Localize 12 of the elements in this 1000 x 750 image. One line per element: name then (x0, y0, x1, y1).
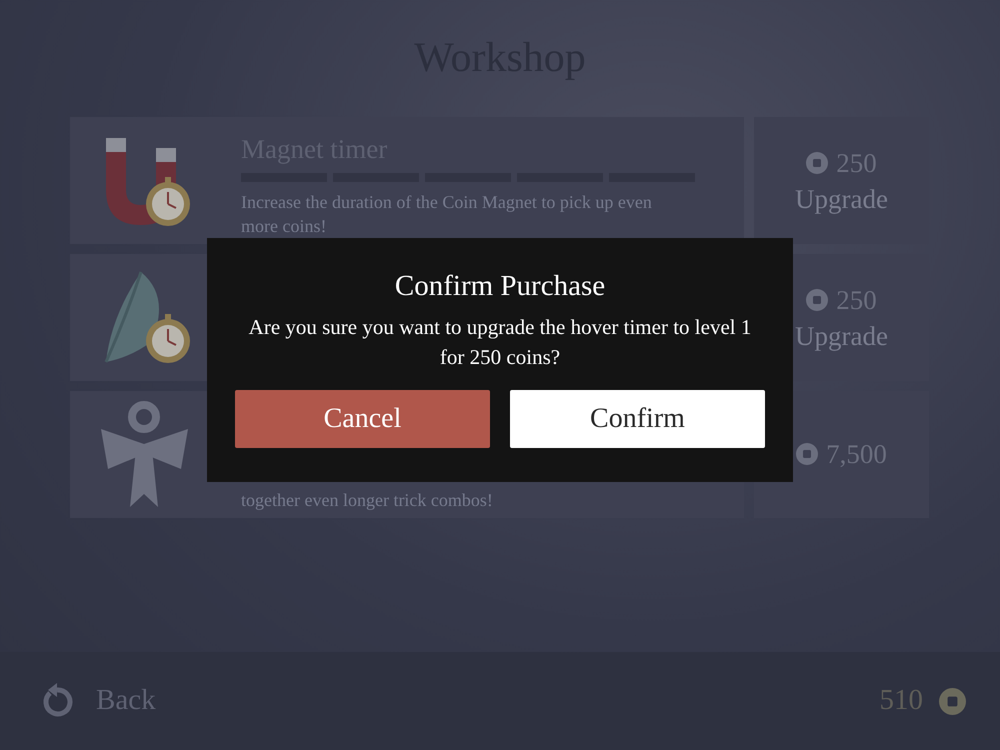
upgrade-label: Upgrade (795, 183, 888, 216)
coin-icon (796, 443, 818, 465)
confirm-button[interactable]: Confirm (510, 390, 765, 448)
cancel-button[interactable]: Cancel (235, 390, 490, 448)
upgrade-description: together even longer trick combos! (241, 488, 494, 512)
upgrade-label: Upgrade (795, 320, 888, 354)
coin-icon (806, 152, 828, 174)
dialog-message: Are you sure you want to upgrade the hover timer to level 1 for 250 coins? (248, 314, 752, 372)
coin-icon (806, 289, 828, 312)
upgrade-description: Increase the duration of the Coin Magnet to pick up even more coins! (241, 190, 653, 238)
dialog-title: Confirm Purchase (394, 269, 606, 304)
coin-icon (939, 688, 966, 714)
